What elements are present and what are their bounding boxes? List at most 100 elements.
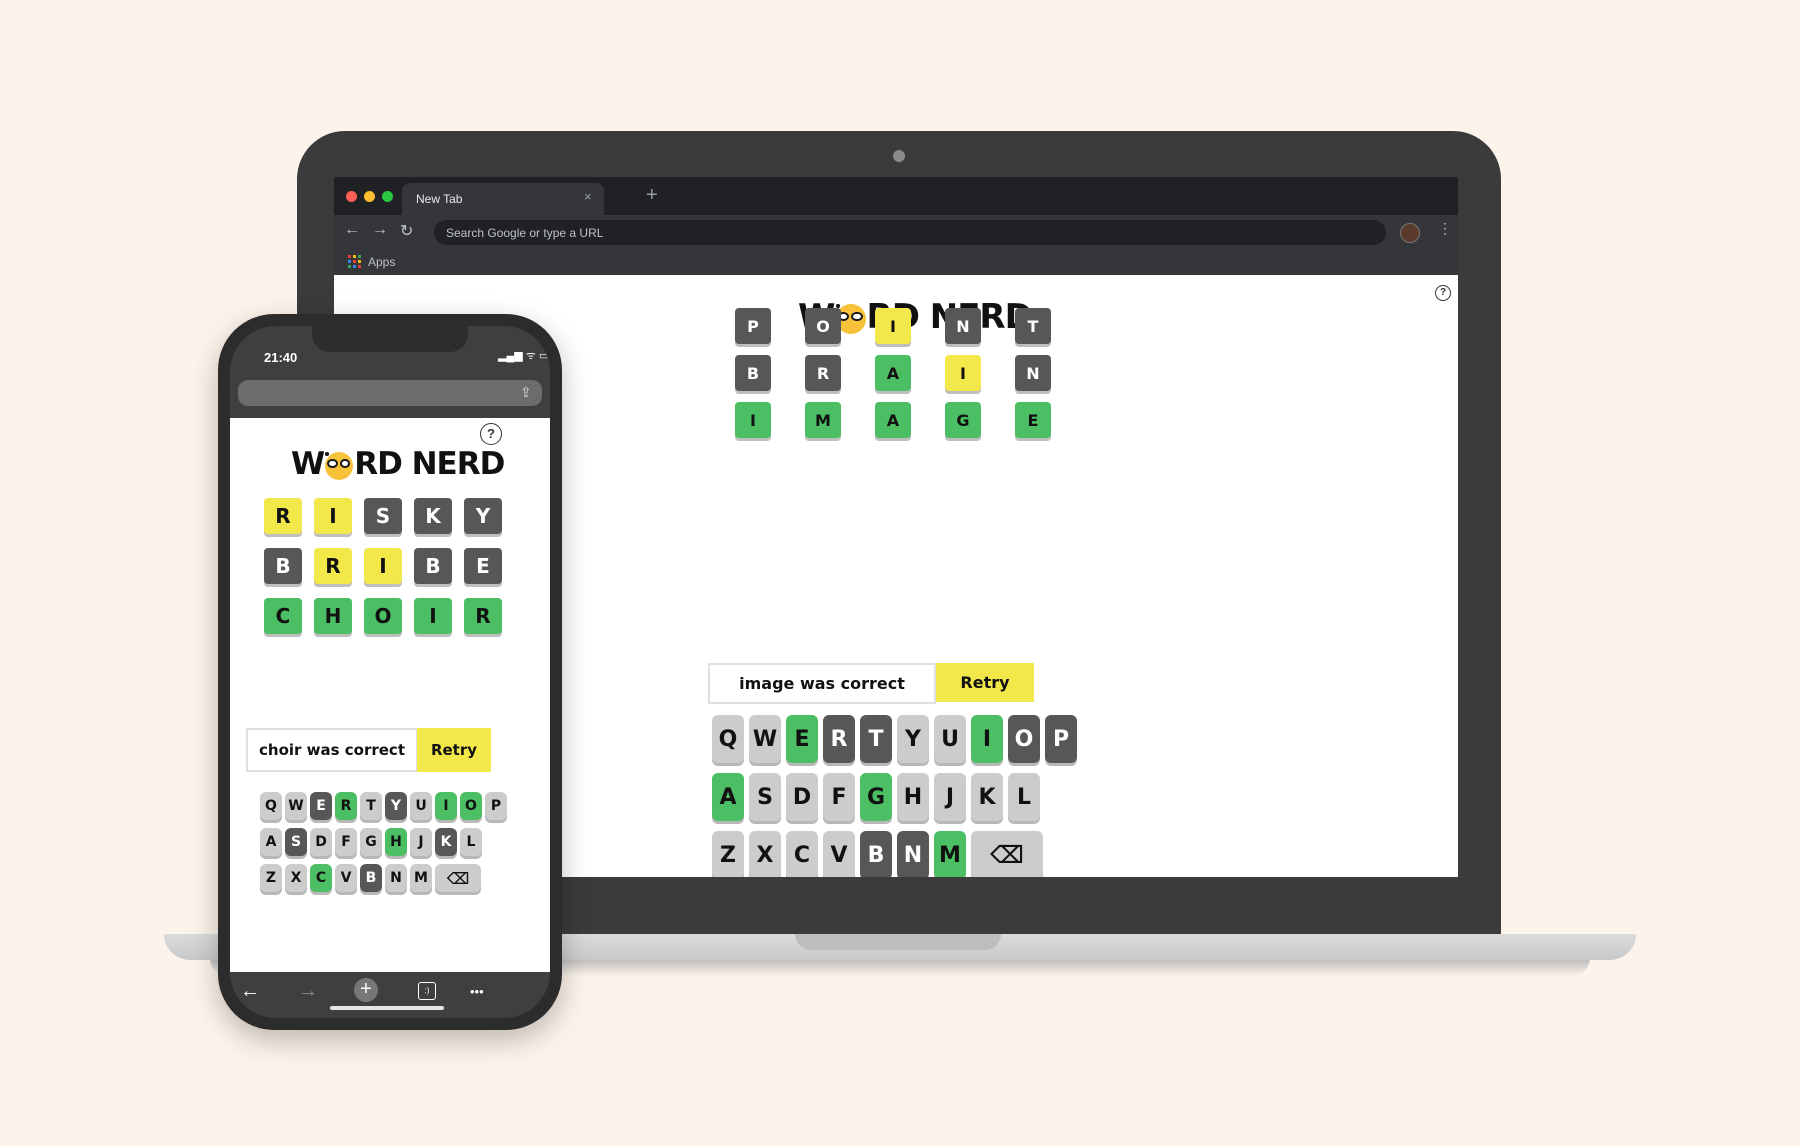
share-icon[interactable]: ⇪: [520, 384, 532, 401]
key-w[interactable]: W: [749, 715, 781, 763]
board-tile: N: [945, 308, 981, 344]
key-u[interactable]: U: [934, 715, 966, 763]
key-i[interactable]: I: [435, 792, 457, 820]
board-tile: Y: [464, 498, 502, 534]
key-j[interactable]: J: [410, 828, 432, 856]
forward-icon[interactable]: →: [372, 221, 388, 239]
key-t[interactable]: T: [360, 792, 382, 820]
key-e[interactable]: E: [310, 792, 332, 820]
maximize-window-button[interactable]: [382, 191, 393, 202]
key-r[interactable]: R: [823, 715, 855, 763]
glasses-lens-icon: [851, 311, 863, 322]
key-k[interactable]: K: [435, 828, 457, 856]
new-tab-icon[interactable]: +: [354, 978, 378, 1002]
key-k[interactable]: K: [971, 773, 1003, 821]
reload-icon[interactable]: ↻: [400, 221, 413, 241]
board-tile: S: [364, 498, 402, 534]
key-x[interactable]: X: [749, 831, 781, 877]
key-a[interactable]: A: [260, 828, 282, 856]
minimize-window-button[interactable]: [364, 191, 375, 202]
key-i[interactable]: I: [971, 715, 1003, 763]
key-x[interactable]: X: [285, 864, 307, 892]
key-w[interactable]: W: [285, 792, 307, 820]
key-b[interactable]: B: [860, 831, 892, 877]
word-nerd-page-mobile: ? W RD NERD RISKYBRIBECHOIR choir was cor…: [230, 418, 550, 972]
board-tile: E: [1015, 402, 1051, 438]
laptop-camera: [893, 150, 905, 162]
key-d[interactable]: D: [310, 828, 332, 856]
board-tile: P: [735, 308, 771, 344]
key-n[interactable]: N: [385, 864, 407, 892]
tabs-icon[interactable]: :): [418, 982, 436, 1000]
key-l[interactable]: L: [1008, 773, 1040, 821]
board-tile: R: [464, 598, 502, 634]
key-q[interactable]: Q: [712, 715, 744, 763]
key-p[interactable]: P: [485, 792, 507, 820]
key-f[interactable]: F: [823, 773, 855, 821]
profile-avatar[interactable]: [1400, 223, 1420, 243]
backspace-key-icon[interactable]: ⌫: [971, 831, 1043, 877]
address-bar[interactable]: Search Google or type a URL: [434, 220, 1386, 245]
key-v[interactable]: V: [335, 864, 357, 892]
back-icon[interactable]: ←: [240, 980, 260, 1003]
key-l[interactable]: L: [460, 828, 482, 856]
forward-icon[interactable]: →: [298, 980, 318, 1003]
new-tab-button[interactable]: +: [646, 184, 658, 207]
phone-frame: 21:40 ▂▄▆ ᯤ ▭ ⇪ ? W RD NERD RISKYBRIBECHO…: [218, 314, 562, 1030]
key-e[interactable]: E: [786, 715, 818, 763]
more-icon[interactable]: •••: [470, 984, 484, 999]
glasses-lens-icon: [339, 459, 351, 469]
back-icon[interactable]: ←: [344, 221, 360, 239]
key-y[interactable]: Y: [897, 715, 929, 763]
board-tile: R: [264, 498, 302, 534]
key-z[interactable]: Z: [712, 831, 744, 877]
board-tile: I: [364, 548, 402, 584]
key-v[interactable]: V: [823, 831, 855, 877]
key-s[interactable]: S: [749, 773, 781, 821]
help-button[interactable]: ?: [480, 423, 502, 445]
key-u[interactable]: U: [410, 792, 432, 820]
bookmark-apps[interactable]: Apps: [368, 255, 395, 269]
browser-menu-icon[interactable]: ⋮: [1438, 220, 1452, 237]
phone-address-bar[interactable]: ⇪: [238, 380, 542, 406]
tab-new-tab[interactable]: New Tab ×: [402, 183, 604, 215]
key-z[interactable]: Z: [260, 864, 282, 892]
backspace-key-icon[interactable]: ⌫: [435, 864, 481, 892]
board-tile: K: [414, 498, 452, 534]
key-q[interactable]: Q: [260, 792, 282, 820]
retry-button[interactable]: Retry: [936, 663, 1034, 702]
key-d[interactable]: D: [786, 773, 818, 821]
board-tile: O: [805, 308, 841, 344]
board-tile: A: [875, 402, 911, 438]
key-h[interactable]: H: [897, 773, 929, 821]
key-r[interactable]: R: [335, 792, 357, 820]
help-button[interactable]: ?: [1435, 285, 1451, 301]
key-a[interactable]: A: [712, 773, 744, 821]
close-window-button[interactable]: [346, 191, 357, 202]
key-g[interactable]: G: [360, 828, 382, 856]
key-p[interactable]: P: [1045, 715, 1077, 763]
board-tile: C: [264, 598, 302, 634]
key-o[interactable]: O: [460, 792, 482, 820]
key-g[interactable]: G: [860, 773, 892, 821]
key-h[interactable]: H: [385, 828, 407, 856]
browser-toolbar: ← → ↻ Search Google or type a URL ⋮: [334, 215, 1458, 249]
key-n[interactable]: N: [897, 831, 929, 877]
key-c[interactable]: C: [786, 831, 818, 877]
key-m[interactable]: M: [934, 831, 966, 877]
key-f[interactable]: F: [335, 828, 357, 856]
key-b[interactable]: B: [360, 864, 382, 892]
key-c[interactable]: C: [310, 864, 332, 892]
key-s[interactable]: S: [285, 828, 307, 856]
key-m[interactable]: M: [410, 864, 432, 892]
logo-letter-w: W: [291, 446, 325, 482]
phone-screen: 21:40 ▂▄▆ ᯤ ▭ ⇪ ? W RD NERD RISKYBRIBECHO…: [230, 326, 550, 1018]
key-o[interactable]: O: [1008, 715, 1040, 763]
key-t[interactable]: T: [860, 715, 892, 763]
apps-grid-icon[interactable]: [348, 255, 361, 268]
retry-button[interactable]: Retry: [417, 728, 491, 772]
key-j[interactable]: J: [934, 773, 966, 821]
key-y[interactable]: Y: [385, 792, 407, 820]
close-tab-icon[interactable]: ×: [584, 189, 592, 204]
board-tile: I: [945, 355, 981, 391]
